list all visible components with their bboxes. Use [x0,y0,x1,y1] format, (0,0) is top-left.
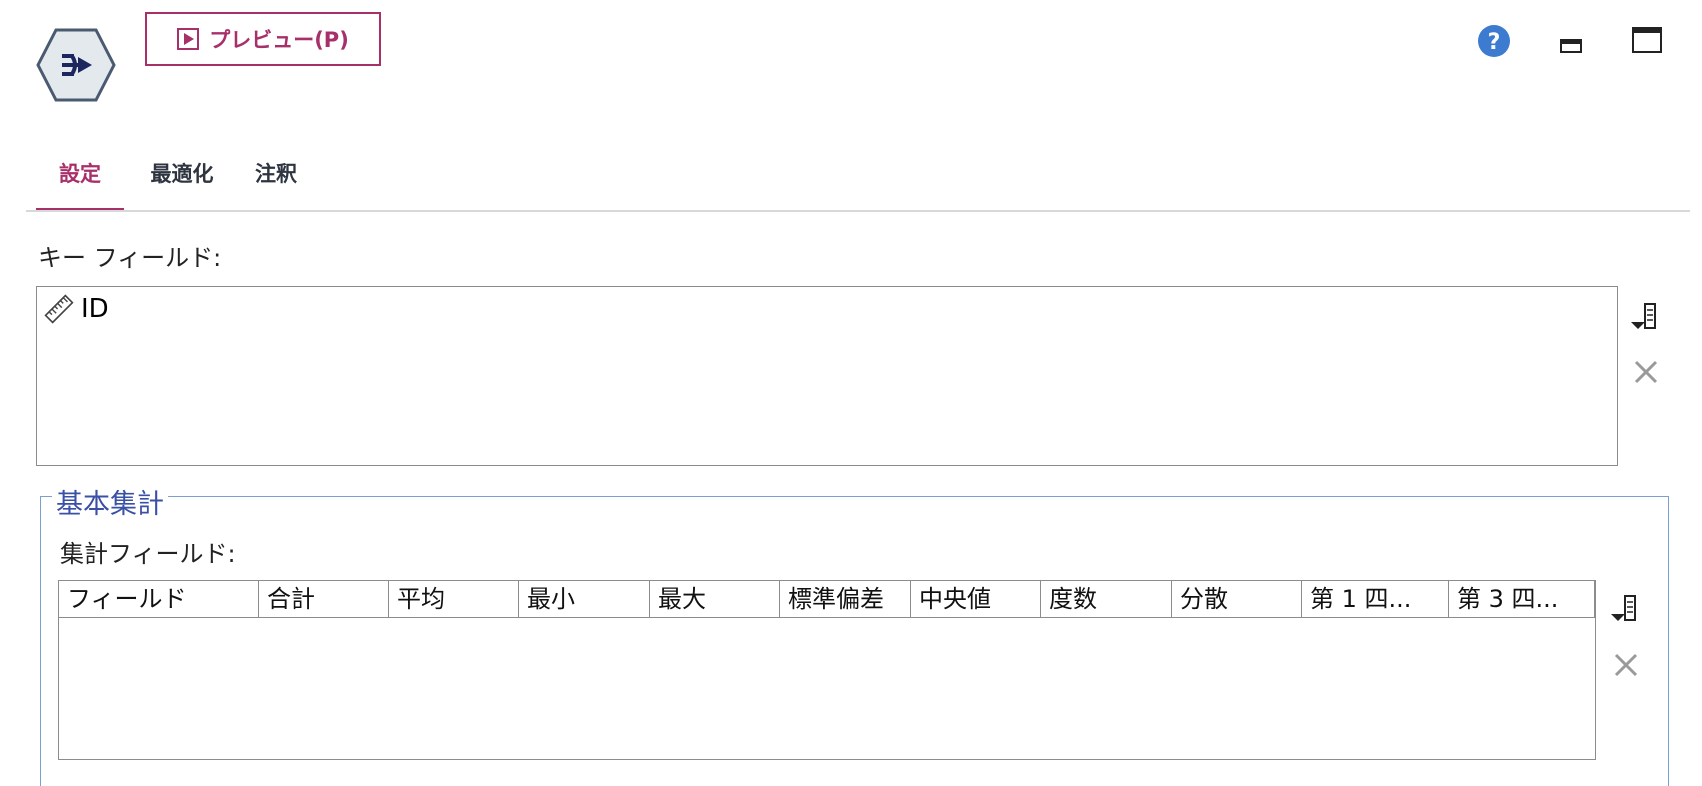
help-icon[interactable]: ? [1477,24,1511,58]
play-icon [177,28,200,50]
col-variance[interactable]: 分散 [1172,581,1302,617]
ruler-icon [43,293,75,325]
key-fields-label: キー フィールド: [38,244,222,272]
tab-annotations-label: 注釈 [255,162,297,186]
list-item[interactable]: ID [43,293,109,325]
field-picker-icon[interactable] [1609,594,1639,624]
col-sum[interactable]: 合計 [259,581,389,617]
aggregate-fields-table[interactable]: フィールド 合計 平均 最小 最大 標準偏差 中央値 度数 分散 第 1 四..… [58,580,1596,760]
col-count[interactable]: 度数 [1041,581,1172,617]
preview-label: プレビュー(P) [209,28,349,52]
tab-bar: 設定 最適化 注釈 [26,150,1690,212]
basic-aggregates-title: 基本集計 [52,482,168,521]
field-picker-icon[interactable] [1629,302,1659,332]
tab-divider [26,210,1690,212]
col-stddev[interactable]: 標準偏差 [780,581,911,617]
tab-optimization[interactable]: 最適化 [142,158,222,208]
col-max[interactable]: 最大 [650,581,780,617]
col-mean[interactable]: 平均 [389,581,519,617]
merge-node-icon [36,26,116,104]
svg-text:?: ? [1488,30,1501,55]
delete-icon[interactable] [1632,358,1660,386]
key-field-name: ID [81,294,109,324]
aggregate-fields-label: 集計フィールド: [60,540,236,568]
delete-icon[interactable] [1612,651,1640,679]
key-fields-list[interactable]: ID [36,286,1618,466]
maximize-icon[interactable] [1632,27,1662,53]
preview-button[interactable]: プレビュー(P) [145,12,381,66]
tab-settings[interactable]: 設定 [36,158,124,212]
col-q3[interactable]: 第 3 四... [1449,581,1595,617]
tab-optimization-label: 最適化 [150,162,214,186]
col-min[interactable]: 最小 [519,581,650,617]
col-median[interactable]: 中央値 [911,581,1041,617]
minimize-icon[interactable] [1560,38,1584,54]
tab-annotations[interactable]: 注釈 [248,158,304,208]
col-q1[interactable]: 第 1 四... [1302,581,1449,617]
tab-settings-label: 設定 [59,162,101,186]
col-field[interactable]: フィールド [59,581,259,617]
table-header: フィールド 合計 平均 最小 最大 標準偏差 中央値 度数 分散 第 1 四..… [59,581,1595,618]
